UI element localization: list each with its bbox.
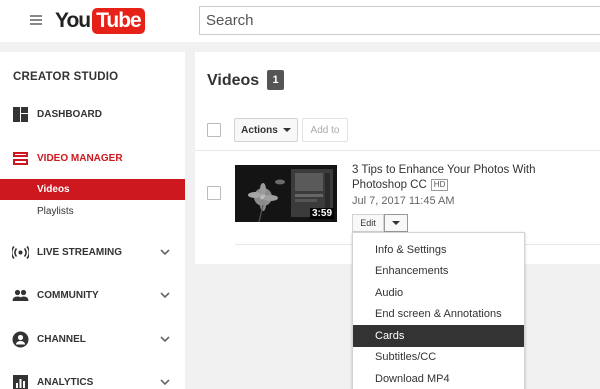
menu-item-label: Subtitles/CC [375,351,437,364]
menu-item-label: Info & Settings [375,243,447,256]
sidebar-subitem-videos[interactable]: Videos [0,179,185,200]
analytics-icon [13,374,28,389]
menu-item-label: End screen & Annotations [375,308,502,321]
add-to-button[interactable]: Add to [302,118,348,142]
menu-item-label: Audio [375,286,404,299]
sidebar-subitem-label: Playlists [37,206,74,217]
search-input[interactable] [200,7,600,34]
menu-item-info-settings[interactable]: Info & Settings [353,239,524,261]
sidebar-item-channel[interactable]: CHANNEL [0,328,185,350]
actions-label: Actions [241,124,278,136]
page-title: Videos [207,72,260,89]
menu-item-label: Download MP4 [375,372,450,385]
sidebar-item-label: LIVE STREAMING [37,246,123,258]
menu-item-label: Cards [375,329,405,342]
caret-down-icon [392,221,400,225]
live-streaming-icon [12,245,29,259]
video-date: Jul 7, 2017 11:45 AM [352,195,455,207]
sidebar-item-label: VIDEO MANAGER [37,152,123,164]
dashboard-icon [13,106,28,122]
menu-item-download-mp4[interactable]: Download MP4 [353,368,524,389]
menu-item-label: Enhancements [375,265,449,278]
menu-item-cards[interactable]: Cards [353,325,524,347]
sidebar-item-label: DASHBOARD [37,108,102,120]
caret-down-icon [282,128,291,132]
sidebar-subitem-label: Videos [37,184,70,195]
actions-button[interactable]: Actions [234,118,298,142]
video-count-badge: 1 [267,70,284,90]
video-duration: 3:59 [309,208,334,219]
sidebar-item-label: ANALYTICS [37,376,94,388]
sidebar-item-live-streaming[interactable]: LIVE STREAMING [0,241,185,263]
edit-dropdown-button[interactable] [384,214,408,232]
menu-item-subtitles-cc[interactable]: Subtitles/CC [353,347,524,369]
divider [195,150,600,151]
chevron-down-icon[interactable] [160,377,170,387]
community-icon [12,289,29,301]
sidebar-item-video-manager[interactable]: VIDEO MANAGER [0,147,185,169]
video-manager-icon [13,151,28,165]
menu-item-enhancements[interactable]: Enhancements [353,261,524,283]
video-row-checkbox[interactable] [207,186,221,200]
video-title-link[interactable]: 3 Tips to Enhance Your Photos With Photo… [352,163,547,193]
search-box[interactable] [199,6,600,35]
sidebar: CREATOR STUDIO DASHBOARD VIDEO MANAGER V… [0,52,185,389]
sidebar-item-dashboard[interactable]: DASHBOARD [0,103,185,125]
sidebar-item-community[interactable]: COMMUNITY [0,284,185,306]
top-header: You Tube [0,0,600,42]
menu-item-end-screen-annotations[interactable]: End screen & Annotations [353,304,524,326]
channel-icon [12,331,29,347]
youtube-logo[interactable]: You Tube [55,8,145,34]
video-thumbnail[interactable]: 3:59 [235,165,337,222]
logo-tube-text: Tube [92,8,145,34]
sidebar-subitem-playlists[interactable]: Playlists [0,201,185,222]
sidebar-title: CREATOR STUDIO [13,71,119,83]
select-all-checkbox[interactable] [207,123,221,137]
sidebar-item-label: CHANNEL [37,333,86,345]
hamburger-menu-icon[interactable] [30,15,42,25]
chevron-down-icon[interactable] [160,334,170,344]
hd-badge: HD [430,178,449,191]
sidebar-item-analytics[interactable]: ANALYTICS [0,371,185,389]
menu-item-audio[interactable]: Audio [353,282,524,304]
sidebar-item-label: COMMUNITY [37,289,99,301]
edit-dropdown-menu: Info & Settings Enhancements Audio End s… [352,232,525,389]
chevron-down-icon[interactable] [160,247,170,257]
logo-you-text: You [55,9,91,32]
chevron-down-icon[interactable] [160,290,170,300]
edit-button[interactable]: Edit [352,214,384,232]
